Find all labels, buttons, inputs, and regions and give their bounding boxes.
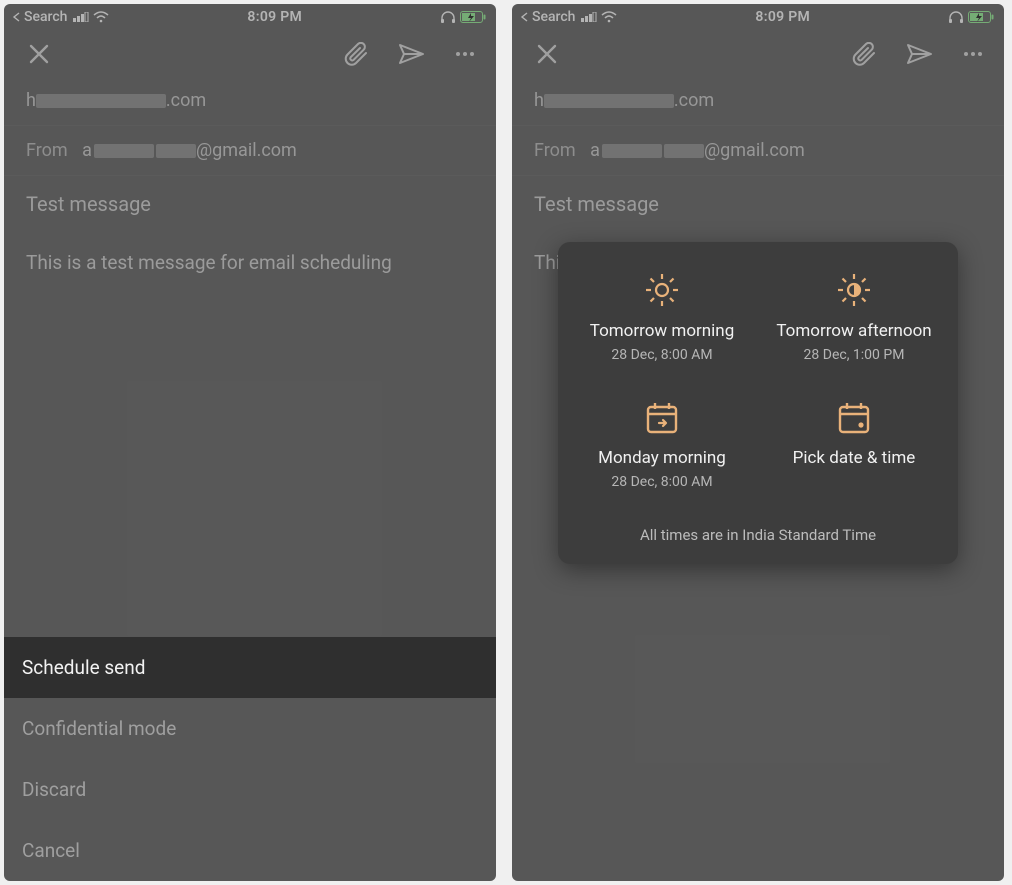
sun-icon (576, 270, 748, 310)
status-time: 8:09 PM (617, 9, 948, 25)
screenshot-left: Search 8:09 PM (4, 4, 496, 881)
body-field[interactable]: This is a test message for email schedul… (4, 232, 496, 295)
menu-confidential-mode[interactable]: Confidential mode (4, 698, 496, 759)
calendar-next-icon (576, 399, 748, 437)
to-suffix: .com (166, 90, 206, 111)
status-bar: Search 8:09 PM (512, 4, 1004, 28)
schedule-option-monday-morning[interactable]: Monday morning 28 Dec, 8:00 AM (570, 399, 754, 490)
redacted-text (544, 94, 674, 108)
schedule-option-title: Tomorrow morning (576, 320, 748, 343)
headphones-icon (440, 11, 456, 23)
from-field[interactable]: From a @gmail.com (4, 126, 496, 176)
redacted-text (664, 144, 704, 158)
to-suffix: .com (674, 90, 714, 111)
to-field[interactable]: h .com (512, 76, 1004, 126)
wifi-icon (601, 11, 617, 23)
schedule-option-subtitle: 28 Dec, 1:00 PM (768, 347, 940, 363)
battery-icon (968, 11, 994, 23)
schedule-option-pick-date-time[interactable]: Pick date & time (762, 399, 946, 490)
calendar-icon (768, 399, 940, 437)
close-icon[interactable] (28, 43, 50, 65)
subject-field[interactable]: Test message (512, 176, 1004, 232)
compose-toolbar (4, 28, 496, 76)
from-label: From (534, 140, 576, 161)
redacted-text (602, 144, 662, 158)
to-prefix: h (534, 90, 544, 111)
wifi-icon (93, 11, 109, 23)
redacted-text (36, 94, 166, 108)
from-label: From (26, 140, 68, 161)
back-caret-icon (12, 12, 20, 22)
to-prefix: h (26, 90, 36, 111)
to-field[interactable]: h .com (4, 76, 496, 126)
half-sun-icon (768, 270, 940, 310)
subject-field[interactable]: Test message (4, 176, 496, 232)
cellular-icon (73, 12, 89, 22)
back-app-label[interactable]: Search (24, 9, 67, 25)
back-app-label[interactable]: Search (532, 9, 575, 25)
status-bar: Search 8:09 PM (4, 4, 496, 28)
schedule-option-tomorrow-afternoon[interactable]: Tomorrow afternoon 28 Dec, 1:00 PM (762, 270, 946, 363)
headphones-icon (948, 11, 964, 23)
cellular-icon (581, 12, 597, 22)
from-suffix: @gmail.com (704, 140, 805, 161)
overflow-menu: Schedule send Confidential mode Discard … (4, 637, 496, 881)
from-suffix: @gmail.com (196, 140, 297, 161)
redacted-text (156, 144, 196, 158)
menu-cancel[interactable]: Cancel (4, 820, 496, 881)
schedule-send-dialog: Tomorrow morning 28 Dec, 8:00 AM Tomorro… (558, 242, 958, 564)
more-icon[interactable] (962, 43, 984, 65)
schedule-option-title: Tomorrow afternoon (768, 320, 940, 343)
status-time: 8:09 PM (109, 9, 440, 25)
schedule-option-title: Monday morning (576, 447, 748, 470)
from-prefix: a (590, 140, 600, 161)
more-icon[interactable] (454, 43, 476, 65)
send-icon[interactable] (906, 42, 934, 66)
menu-discard[interactable]: Discard (4, 759, 496, 820)
from-field[interactable]: From a @gmail.com (512, 126, 1004, 176)
schedule-timezone-note: All times are in India Standard Time (570, 526, 946, 544)
send-icon[interactable] (398, 42, 426, 66)
schedule-option-subtitle: 28 Dec, 8:00 AM (576, 474, 748, 490)
back-caret-icon (520, 12, 528, 22)
close-icon[interactable] (536, 43, 558, 65)
schedule-option-tomorrow-morning[interactable]: Tomorrow morning 28 Dec, 8:00 AM (570, 270, 754, 363)
screenshot-right: Search 8:09 PM (512, 4, 1004, 881)
menu-schedule-send[interactable]: Schedule send (4, 637, 496, 698)
redacted-text (94, 144, 154, 158)
schedule-option-title: Pick date & time (768, 447, 940, 470)
compose-toolbar (512, 28, 1004, 76)
attachment-icon[interactable] (344, 42, 370, 66)
schedule-option-subtitle: 28 Dec, 8:00 AM (576, 347, 748, 363)
from-prefix: a (82, 140, 92, 161)
attachment-icon[interactable] (852, 42, 878, 66)
battery-icon (460, 11, 486, 23)
